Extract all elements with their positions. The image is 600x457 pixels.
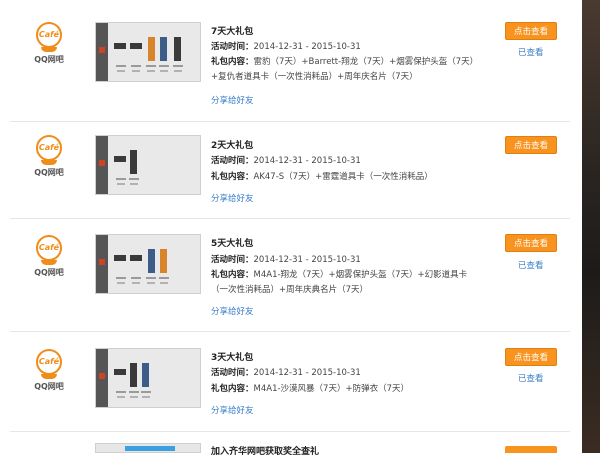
share-link[interactable]: 分享给好友 — [211, 94, 254, 106]
package-title: 7天大礼包 — [211, 27, 254, 37]
background-image-edge — [582, 0, 600, 453]
brand-label: QQ网吧 — [34, 55, 64, 64]
divider — [10, 121, 570, 122]
package-title: 5天大礼包 — [211, 239, 254, 249]
package-thumbnail — [95, 348, 201, 408]
view-button[interactable]: 点击查看 — [505, 348, 557, 366]
brand-label: QQ网吧 — [34, 168, 64, 177]
activity-time: 活动时间：2014-12-31 - 2015-10-31 — [211, 42, 361, 52]
package-title: 3天大礼包 — [211, 353, 254, 363]
package-content: 礼包内容：M4A1-翔龙（7天）+烟雾保护头盔（7天）+幻影道具卡（一次性消耗品… — [211, 270, 468, 295]
package-content: 礼包内容：AK47-S（7天）+雷霆道具卡（一次性消耗品） — [211, 172, 433, 182]
cafe-badge: Café — [36, 135, 62, 161]
package-title: 加入齐华网吧获取奖全查礼 — [211, 447, 320, 457]
cafe-badge: Café — [36, 22, 62, 48]
share-link[interactable]: 分享给好友 — [211, 192, 254, 204]
brand-label: QQ网吧 — [34, 268, 64, 277]
viewed-link[interactable]: 已查看 — [518, 259, 544, 271]
package-thumbnail — [95, 234, 201, 294]
divider — [10, 218, 570, 219]
viewed-link[interactable]: 已查看 — [518, 46, 544, 58]
brand-label: QQ网吧 — [34, 382, 64, 391]
activity-time: 活动时间：2014-12-31 - 2015-10-31 — [211, 156, 361, 166]
cup-icon — [41, 47, 57, 52]
view-button[interactable]: 点击查看 — [505, 234, 557, 252]
cup-icon — [41, 260, 57, 265]
divider — [10, 431, 570, 432]
qq-cafe-logo: Café QQ网吧 — [22, 20, 72, 68]
package-title: 2天大礼包 — [211, 141, 254, 151]
cafe-badge: Café — [36, 349, 62, 375]
qq-cafe-logo: Café QQ网吧 — [22, 133, 72, 181]
cafe-badge: Café — [36, 235, 62, 261]
viewed-link[interactable]: 已查看 — [518, 372, 544, 384]
package-content: 礼包内容：M4A1-沙漠风暴（7天）+防弹衣（7天） — [211, 384, 409, 394]
package-thumbnail — [95, 135, 201, 195]
view-button[interactable] — [505, 446, 557, 453]
activity-time: 活动时间：2014-12-31 - 2015-10-31 — [211, 255, 361, 265]
activity-time: 活动时间：2014-12-31 - 2015-10-31 — [211, 368, 361, 378]
view-button[interactable]: 点击查看 — [505, 22, 557, 40]
view-button[interactable]: 点击查看 — [505, 136, 557, 154]
share-link[interactable]: 分享给好友 — [211, 404, 254, 416]
cup-icon — [41, 374, 57, 379]
cup-icon — [41, 160, 57, 165]
qq-cafe-logo: Café QQ网吧 — [22, 347, 72, 395]
qq-cafe-logo: Café QQ网吧 — [22, 233, 72, 281]
share-link[interactable]: 分享给好友 — [211, 305, 254, 317]
package-content: 礼包内容：雷豹（7天）+Barrett-翔龙（7天）+烟雾保护头盔（7天）+复仇… — [211, 57, 479, 82]
package-thumbnail — [95, 22, 201, 82]
divider — [10, 331, 570, 332]
